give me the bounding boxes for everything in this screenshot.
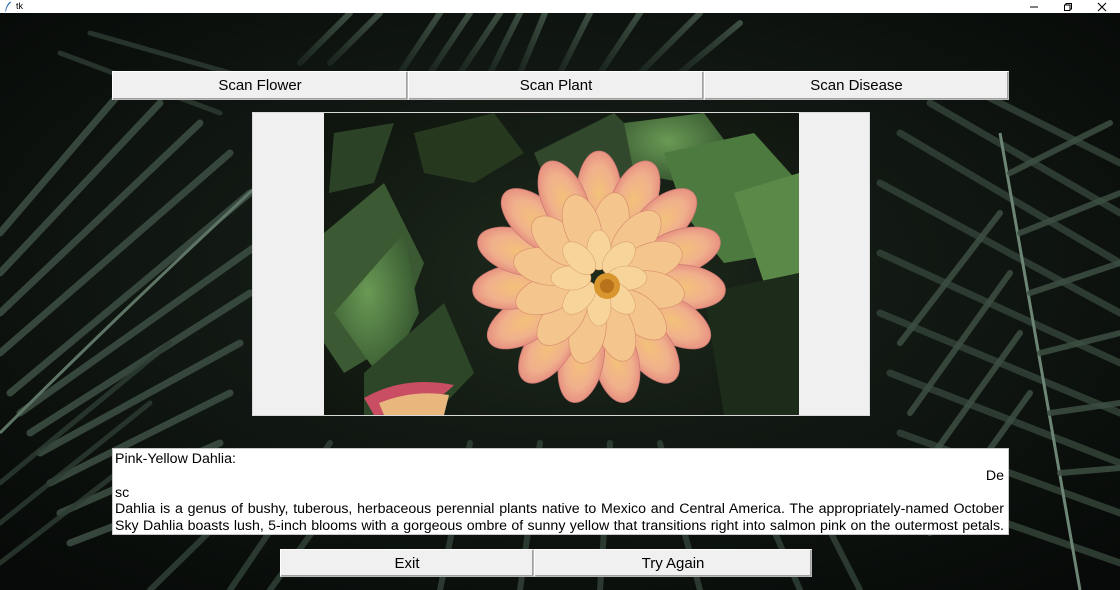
maximize-icon [1064, 2, 1072, 11]
scan-plant-button[interactable]: Scan Plant [408, 71, 704, 100]
result-title: Pink-Yellow Dahlia: [115, 451, 236, 467]
feather-icon [5, 1, 12, 12]
close-button[interactable] [1085, 0, 1119, 13]
window-title-bar: tk [0, 0, 1120, 13]
exit-button[interactable]: Exit [280, 549, 534, 577]
maximize-button[interactable] [1051, 0, 1085, 13]
close-icon [1097, 2, 1107, 11]
flower-photo [324, 113, 799, 415]
scan-disease-button[interactable]: Scan Disease [704, 71, 1009, 100]
wrapped-fragment-right: De [985, 467, 1004, 484]
image-panel [252, 112, 870, 416]
description-line-1: Dahlia is a genus of bushy, tuberous, he… [115, 501, 1004, 518]
wrapped-fragment-left: sc [115, 484, 130, 501]
try-again-button[interactable]: Try Again [534, 549, 812, 577]
description-line-2: Sky Dahlia boasts lush, 5-inch blooms wi… [115, 518, 1004, 535]
minimize-button[interactable] [1017, 0, 1051, 13]
window-title: tk [16, 1, 24, 11]
minimize-icon [1030, 6, 1038, 7]
description-text-box[interactable]: Pink-Yellow Dahlia: De sc Dahlia is a ge… [112, 448, 1009, 535]
scan-flower-button[interactable]: Scan Flower [112, 71, 408, 100]
